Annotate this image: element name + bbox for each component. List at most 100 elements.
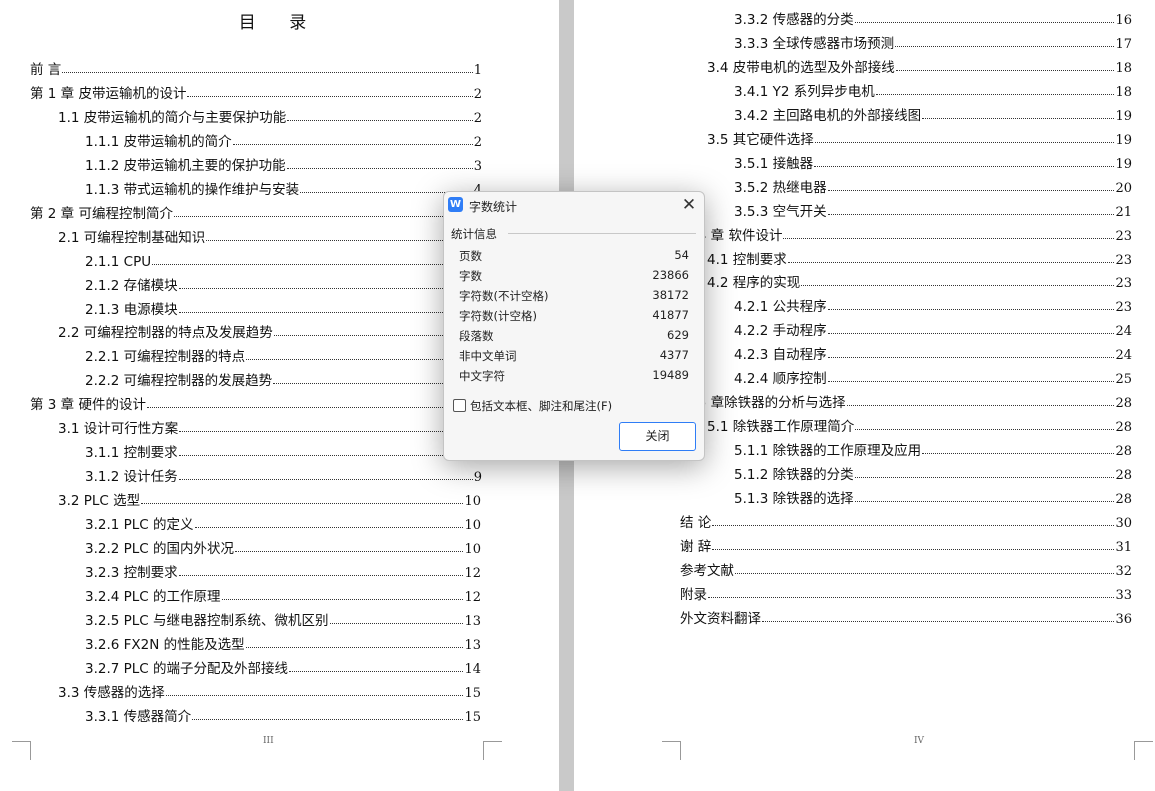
- toc-entry[interactable]: 3.1 设计可行性方案8: [58, 417, 482, 437]
- toc-entry[interactable]: 1.1.1 皮带运输机的简介 2: [85, 130, 482, 150]
- toc-entry[interactable]: 3.2.4 PLC 的工作原理 12: [85, 585, 481, 605]
- toc-leader-dots: [895, 69, 1115, 71]
- toc-entry[interactable]: 第 2 章 可编程控制简介5: [30, 202, 482, 222]
- toc-entry-page: 23: [1115, 300, 1132, 316]
- toc-entry[interactable]: 3.2 PLC 选型 10: [58, 489, 481, 509]
- toc-leader-dots: [854, 21, 1115, 23]
- toc-entry[interactable]: 第 1 章 皮带运输机的设计 2: [30, 82, 482, 102]
- toc-entry[interactable]: 1.1.3 带式运输机的操作维护与安装4: [85, 178, 482, 198]
- toc-entry[interactable]: 附录 33: [680, 583, 1132, 603]
- toc-entry-page: 23: [1115, 276, 1132, 292]
- toc-entry[interactable]: 2.1.3 电源模块6: [85, 298, 482, 318]
- toc-leader-dots: [141, 502, 464, 505]
- toc-entry-page: 31: [1115, 539, 1132, 555]
- toc-entry[interactable]: 2.2 可编程控制器的特点及发展趋势6: [58, 321, 482, 341]
- toc-entry[interactable]: 5.1.1 除铁器的工作原理及应用 28: [734, 439, 1132, 459]
- toc-entry[interactable]: 2.2.1 可编程控制器的特点6: [85, 345, 482, 365]
- close-icon[interactable]: ✕: [680, 196, 698, 214]
- toc-entry[interactable]: 5.1.3 除铁器的选择 28: [734, 487, 1132, 507]
- toc-entry-title: 前 言: [30, 62, 62, 78]
- toc-entry[interactable]: 3.5.2 热继电器 20: [734, 176, 1132, 196]
- toc-entry[interactable]: 谢 辞 31: [680, 535, 1132, 555]
- toc-leader-dots: [206, 239, 473, 241]
- page-corner-mark: [12, 741, 31, 760]
- toc-entry[interactable]: 3.2.2 PLC 的国内外状况 10: [85, 537, 481, 557]
- toc-entry[interactable]: 3.2.3 控制要求 12: [85, 561, 481, 581]
- toc-entry[interactable]: 3.2.7 PLC 的端子分配及外部接线 14: [85, 657, 481, 677]
- toc-entry[interactable]: 3.1.2 设计任务 9: [85, 465, 482, 485]
- toc-entry[interactable]: 3.2.1 PLC 的定义 10: [85, 513, 481, 533]
- checkbox-box[interactable]: [453, 399, 466, 412]
- toc-entry[interactable]: 2.2.2 可编程控制器的发展趋势7: [85, 369, 482, 389]
- toc-leader-dots: [922, 117, 1115, 119]
- toc-entry-title: 1.1 皮带运输机的简介与主要保护功能: [58, 109, 287, 126]
- toc-entry[interactable]: 5.1 除铁器工作原理简介 28: [707, 415, 1132, 435]
- dialog-titlebar[interactable]: W 字数统计 ✕: [444, 192, 704, 218]
- toc-entry[interactable]: 3.2.5 PLC 与继电器控制系统、微机区别 13: [85, 609, 481, 629]
- toc-entry[interactable]: 4.1 控制要求 23: [707, 248, 1132, 268]
- toc-entry[interactable]: 3.3 传感器的选择 15: [58, 681, 481, 701]
- toc-leader-dots: [855, 428, 1115, 431]
- toc-leader-dots: [787, 261, 1115, 263]
- toc-entry-title: 3.5.3 空气开关: [734, 203, 827, 220]
- toc-entry[interactable]: 1.1.2 皮带运输机主要的保护功能 3: [85, 154, 482, 174]
- toc-entry-title: 3.5.2 热继电器: [734, 179, 827, 196]
- toc-entry[interactable]: 3.5.1 接触器 19: [734, 152, 1132, 172]
- toc-entry[interactable]: 3.5.3 空气开关 21: [734, 200, 1132, 220]
- toc-entry[interactable]: 前 言 1: [30, 58, 482, 78]
- toc-entry[interactable]: 3.4.2 主回路电机的外部接线图 19: [734, 104, 1132, 124]
- toc-entry-page: 2: [473, 86, 482, 102]
- toc-leader-dots: [762, 620, 1115, 622]
- toc-entry-title: 3.4.2 主回路电机的外部接线图: [734, 107, 922, 124]
- toc-entry[interactable]: 第 5 章除铁器的分析与选择 28: [680, 391, 1132, 411]
- toc-entry[interactable]: 3.1.1 控制要求8: [85, 441, 482, 461]
- checkbox-label[interactable]: 包括文本框、脚注和尾注(F): [470, 398, 612, 414]
- toc-entry[interactable]: 5.1.2 除铁器的分类 28: [734, 463, 1132, 483]
- stat-label: 页数: [459, 249, 482, 263]
- toc-leader-dots: [895, 45, 1115, 47]
- toc-entry[interactable]: 3.5 其它硬件选择 19: [707, 128, 1132, 148]
- toc-entry-page: 12: [464, 565, 481, 581]
- toc-leader-dots: [814, 141, 1115, 143]
- toc-entry[interactable]: 第 3 章 硬件的设计8: [30, 393, 482, 413]
- toc-entry[interactable]: 3.2.6 FX2N 的性能及选型 13: [85, 633, 481, 653]
- page-corner-mark: [662, 741, 681, 760]
- toc-entry[interactable]: 结 论 30: [680, 511, 1132, 531]
- toc-leader-dots: [245, 646, 464, 648]
- toc-entry-page: 32: [1115, 563, 1132, 579]
- toc-entry[interactable]: 第 4 章 软件设计 23: [680, 224, 1132, 244]
- toc-entry[interactable]: 2.1.1 CPU5: [85, 250, 482, 270]
- toc-entry[interactable]: 4.2.3 自动程序 24: [734, 343, 1132, 363]
- toc-entry[interactable]: 4.2.2 手动程序 24: [734, 319, 1132, 339]
- toc-entry[interactable]: 3.4.1 Y2 系列异步电机 18: [734, 80, 1132, 100]
- stat-label: 字符数(计空格): [459, 309, 537, 323]
- toc-entry[interactable]: 4.2 程序的实现 23: [707, 271, 1132, 291]
- toc-entry-page: 28: [1115, 420, 1132, 436]
- toc-entry-title: 谢 辞: [680, 538, 712, 555]
- toc-entry-page: 20: [1115, 180, 1132, 196]
- toc-entry[interactable]: 2.1.2 存储模块5: [85, 274, 482, 294]
- toc-leader-dots: [329, 622, 464, 624]
- toc-entry[interactable]: 外文资料翻译 36: [680, 607, 1132, 627]
- toc-entry[interactable]: 4.2.4 顺序控制 25: [734, 367, 1132, 387]
- toc-entry[interactable]: 2.1 可编程控制基础知识5: [58, 226, 482, 246]
- toc-entry-page: 18: [1115, 84, 1132, 100]
- toc-entry[interactable]: 4.2.1 公共程序 23: [734, 295, 1132, 315]
- toc-entry-title: 第 1 章 皮带运输机的设计: [30, 85, 187, 102]
- toc-entry-title: 2.2.2 可编程控制器的发展趋势: [85, 373, 273, 390]
- stat-label: 字符数(不计空格): [459, 289, 549, 303]
- toc-entry[interactable]: 参考文献 32: [680, 559, 1132, 579]
- toc-entry-page: 10: [464, 542, 481, 557]
- toc-entry[interactable]: 1.1 皮带运输机的简介与主要保护功能 2: [58, 106, 482, 126]
- toc-entry[interactable]: 3.3.3 全球传感器市场预测 17: [734, 32, 1132, 52]
- toc-entry[interactable]: 3.3.1 传感器简介 15: [85, 705, 481, 725]
- toc-entry-page: 21: [1115, 204, 1132, 220]
- stat-row: 非中文单词 4377: [459, 348, 689, 366]
- toc-leader-dots: [827, 356, 1115, 359]
- toc-entry[interactable]: 3.4 皮带电机的选型及外部接线 18: [707, 56, 1132, 76]
- close-button[interactable]: 关闭: [619, 422, 696, 451]
- stat-label: 段落数: [459, 329, 494, 343]
- toc-entry[interactable]: 3.3.2 传感器的分类 16: [734, 8, 1132, 28]
- toc-leader-dots: [165, 694, 464, 696]
- toc-leader-dots: [712, 548, 1115, 550]
